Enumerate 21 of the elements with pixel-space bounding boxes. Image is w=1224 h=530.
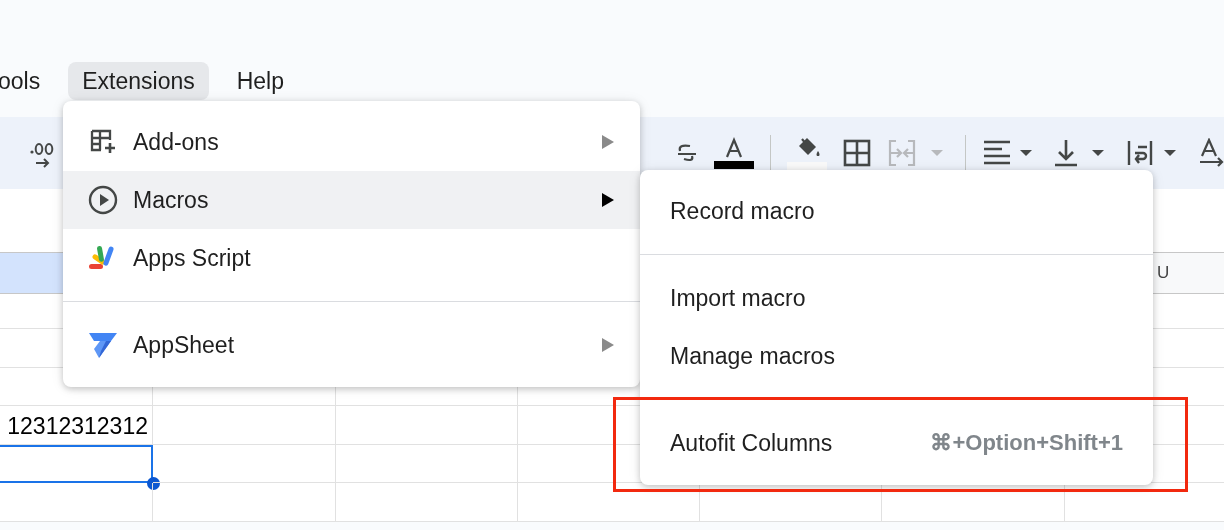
- menu-item[interactable]: Autofit Columns ⌘+Option+Shift+1: [640, 414, 1153, 472]
- text-color-icon[interactable]: [714, 136, 754, 170]
- menu-item[interactable]: Add-ons: [63, 113, 640, 171]
- fill-handle[interactable]: [147, 477, 160, 490]
- menu-item[interactable]: Apps Script: [63, 229, 640, 287]
- menu-item[interactable]: Record macro: [640, 182, 1153, 240]
- cell-value: 12312312312: [7, 412, 149, 441]
- play-circle-icon: [88, 185, 118, 215]
- fill-color-icon[interactable]: [787, 136, 827, 170]
- table-plus-icon: [88, 128, 118, 156]
- appsheet-icon: [88, 331, 118, 359]
- table-cell[interactable]: 12312312312: [0, 406, 153, 445]
- keyboard-shortcut: ⌘+Option+Shift+1: [930, 430, 1123, 456]
- menu-item[interactable]: Manage macros: [640, 327, 1153, 385]
- menu-item[interactable]: Macros: [63, 171, 640, 229]
- menu-bar-item[interactable]: Extensions: [68, 62, 209, 100]
- menu-item[interactable]: Import macro: [640, 269, 1153, 327]
- menu-bar-item[interactable]: Help: [222, 62, 299, 100]
- borders-icon[interactable]: [843, 139, 871, 167]
- table-cell[interactable]: [0, 444, 153, 483]
- menu-item[interactable]: AppSheet: [63, 316, 640, 374]
